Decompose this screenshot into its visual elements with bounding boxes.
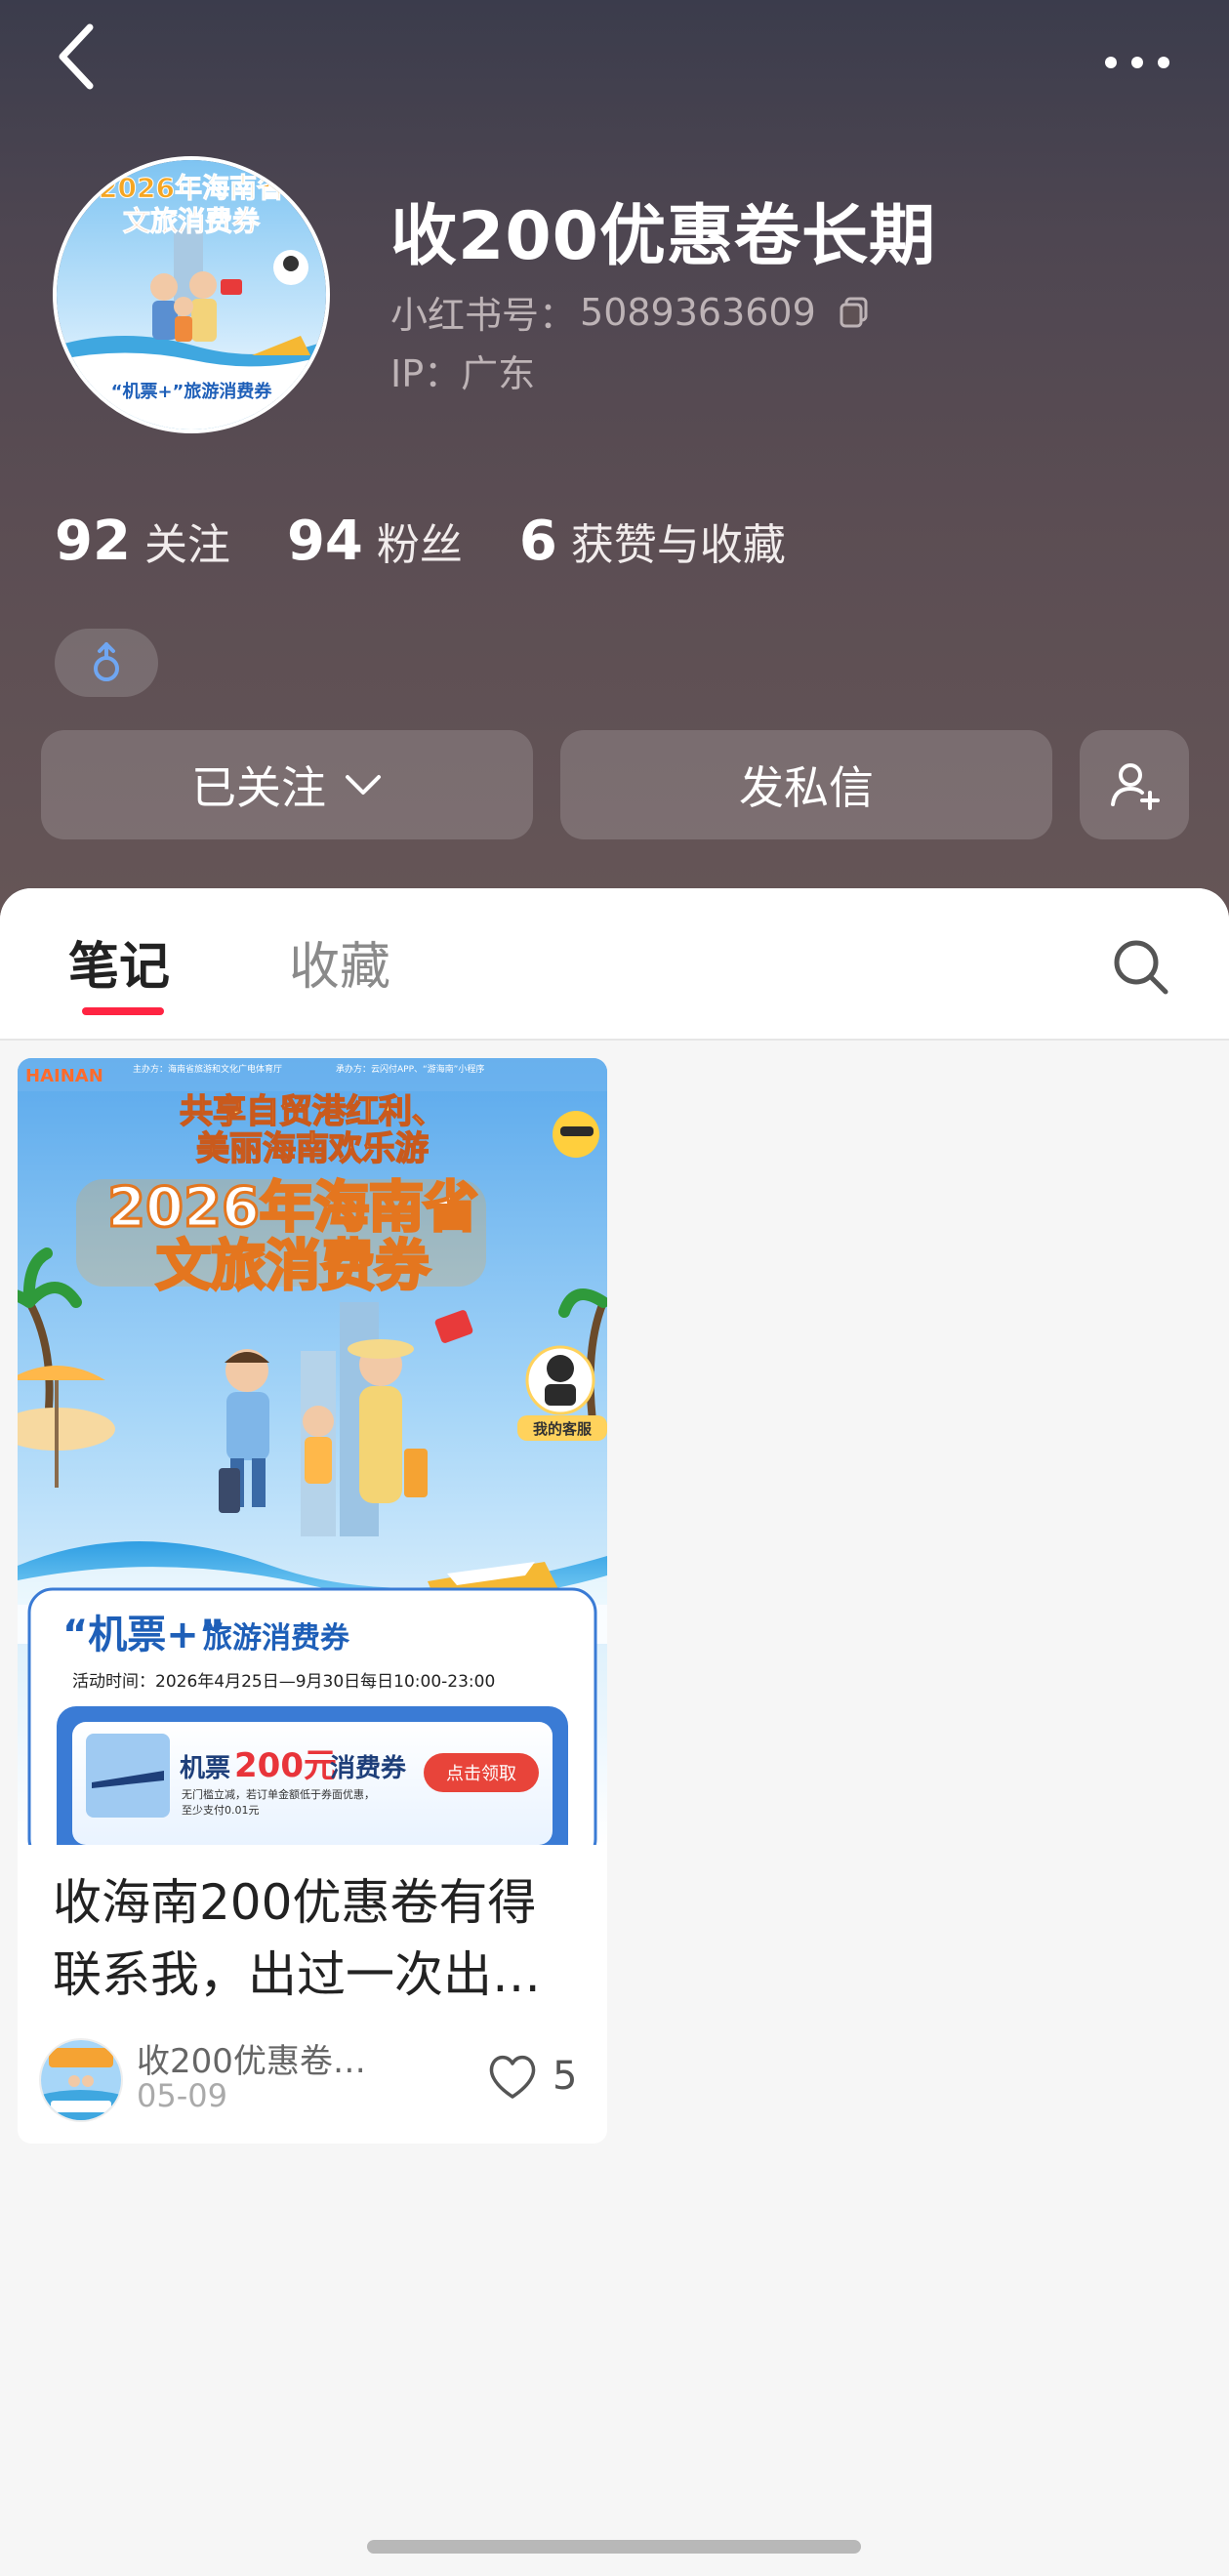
- cover-coupon-suffix: 消费券: [330, 1754, 407, 1783]
- stat-followers-count: 94: [286, 510, 363, 573]
- profile-avatar[interactable]: 2026年海南省 文旅消费券 “机票+”旅游消费券: [53, 156, 330, 433]
- cover-logo: HAINAN: [25, 1066, 103, 1086]
- home-indicator[interactable]: [367, 2540, 861, 2554]
- more-button[interactable]: [1093, 43, 1181, 82]
- author-avatar-image: [41, 2040, 121, 2120]
- cover-section-2: 旅游消费券: [203, 1621, 350, 1656]
- stat-followers[interactable]: 94 粉丝: [287, 510, 463, 573]
- cover-coupon-desc-2: 至少支付0.01元: [182, 1804, 260, 1817]
- cover-slogan-2: 美丽海南欢乐游: [196, 1129, 429, 1168]
- cover-operator: 承办方：云闪付APP、“游海南”小程序: [336, 1063, 484, 1075]
- cover-coupon-button: 点击领取: [446, 1764, 516, 1784]
- tab-notes[interactable]: 笔记: [68, 925, 170, 999]
- search-button[interactable]: [1109, 935, 1171, 998]
- cover-coupon-amount: 200元: [234, 1746, 337, 1785]
- copy-icon[interactable]: [838, 296, 871, 329]
- tab-saved[interactable]: 收藏: [289, 925, 390, 999]
- cover-section-1: “机票+”: [62, 1613, 225, 1657]
- profile-header: 2026年海南省 文旅消费券 “机票+”旅游消费券 收200优惠卷长期 小红书号…: [0, 0, 1229, 937]
- cover-title-2: 文旅消费券: [156, 1235, 430, 1298]
- add-user-icon: [1111, 763, 1160, 810]
- stat-likes[interactable]: 6 获赞与收藏: [519, 510, 786, 573]
- cover-service-badge: 我的客服: [533, 1420, 593, 1438]
- redid-value: 5089363609: [580, 290, 816, 334]
- chevron-left-icon: [59, 23, 94, 90]
- note-cover-image: HAINAN 主办方：海南省旅游和文化广电体育厅 承办方：云闪付APP、“游海南…: [18, 1058, 607, 1845]
- content-area: 笔记 收藏 HAINAN 主办方：海南省旅游和文化广电体育厅 承办方：云闪付AP…: [0, 888, 1229, 2576]
- cover-coupon-prefix: 机票: [180, 1754, 230, 1783]
- add-friend-button[interactable]: [1080, 730, 1189, 839]
- avatar-title-line2: 文旅消费券: [123, 205, 261, 237]
- avatar-title-line1: 2026年海南省: [99, 172, 284, 204]
- note-card[interactable]: HAINAN 主办方：海南省旅游和文化广电体育厅 承办方：云闪付APP、“游海南…: [18, 1058, 607, 2144]
- stat-likes-count: 6: [518, 510, 557, 573]
- note-date: 05-09: [137, 2077, 227, 2114]
- more-dots-icon: [1105, 57, 1169, 68]
- cover-title-1: 2026年海南省: [107, 1176, 478, 1240]
- tab-bar: 笔记 收藏: [0, 888, 1229, 1041]
- cover-activity-time: 活动时间：2026年4月25日—9月30日每日10:00-23:00: [72, 1672, 495, 1692]
- message-button[interactable]: 发私信: [560, 730, 1052, 839]
- profile-username: 收200优惠卷长期: [390, 198, 936, 275]
- following-button[interactable]: 已关注: [41, 730, 533, 839]
- back-button[interactable]: [51, 21, 109, 92]
- avatar-image: 2026年海南省 文旅消费券 “机票+”旅游消费券: [57, 160, 326, 429]
- profile-stats: 92 关注 94 粉丝 6 获赞与收藏: [55, 510, 842, 573]
- message-label: 发私信: [739, 761, 874, 814]
- like-button[interactable]: 5: [486, 2052, 577, 2101]
- note-author-name[interactable]: 收200优惠卷…: [137, 2034, 371, 2082]
- heart-icon: [489, 2055, 536, 2099]
- following-label: 已关注: [191, 761, 326, 814]
- cover-coupon-desc-1: 无门槛立减，若订单金额低于券面优惠，: [182, 1787, 375, 1801]
- active-tab-indicator: [82, 1007, 164, 1015]
- cover-organizer: 主办方：海南省旅游和文化广电体育厅: [133, 1063, 282, 1075]
- gender-tag: [55, 629, 158, 697]
- redid-label: 小红书号：: [390, 294, 577, 337]
- redid-row: 小红书号： 5089363609: [390, 285, 871, 339]
- search-icon: [1114, 940, 1168, 995]
- cover-slogan-1: 共享自贸港红利、: [180, 1092, 445, 1131]
- ip-location: IP：广东: [390, 352, 536, 395]
- chevron-down-icon: [346, 775, 381, 795]
- male-icon: [94, 642, 119, 681]
- note-cover: HAINAN 主办方：海南省旅游和文化广电体育厅 承办方：云闪付APP、“游海南…: [18, 1058, 607, 1845]
- avatar-bottom-text: “机票+”旅游消费券: [111, 381, 273, 402]
- stat-following-label: 关注: [143, 520, 230, 570]
- note-title: 收海南200优惠卷有得联系我，出过一次出…: [53, 1874, 541, 2003]
- stat-followers-label: 粉丝: [376, 520, 463, 570]
- stat-following-count: 92: [55, 510, 131, 573]
- like-count: 5: [553, 2054, 578, 2099]
- stat-likes-label: 获赞与收藏: [570, 520, 786, 570]
- note-author-avatar[interactable]: [39, 2038, 123, 2122]
- stat-following[interactable]: 92 关注: [55, 510, 230, 573]
